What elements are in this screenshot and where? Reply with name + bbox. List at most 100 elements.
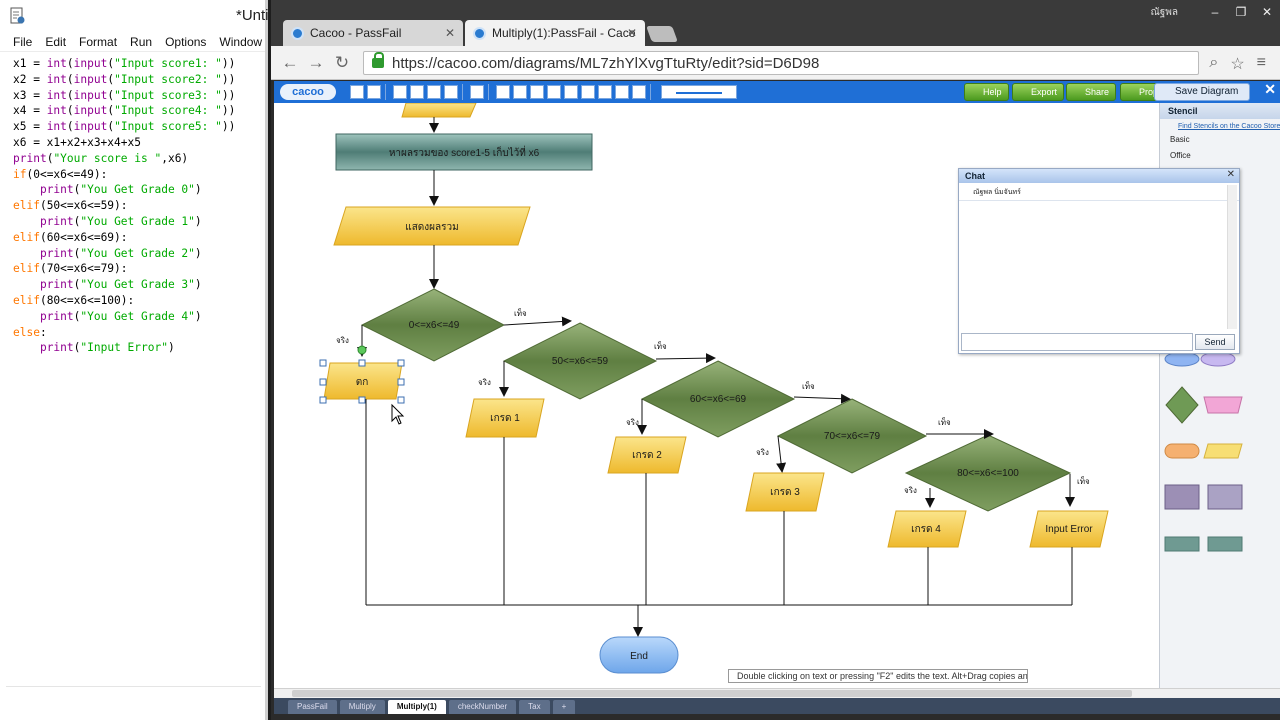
code-line[interactable]: print("Your score is ",x6) xyxy=(13,151,265,167)
decision-4[interactable]: 70<=x6<=79 xyxy=(776,398,928,474)
add-page-icon[interactable]: + xyxy=(552,700,576,714)
reload-icon[interactable]: ↻ xyxy=(329,53,355,73)
export-button[interactable]: Export xyxy=(1012,83,1065,101)
code-line[interactable]: print("You Get Grade 1") xyxy=(13,214,265,230)
pencil-icon[interactable] xyxy=(564,85,578,99)
end-terminator[interactable]: End xyxy=(599,636,679,674)
undo-icon[interactable] xyxy=(350,85,364,99)
grid-icon[interactable] xyxy=(598,85,612,99)
code-line[interactable]: x3 = int(input("Input score3: ")) xyxy=(13,88,265,104)
share-button[interactable]: Share xyxy=(1066,83,1117,101)
chat-message-input[interactable] xyxy=(961,333,1193,351)
bookmark-star-icon[interactable]: ☆ xyxy=(1230,54,1244,74)
close-editor-icon[interactable]: ✕ xyxy=(1264,81,1276,98)
show-total-io-shape[interactable]: แสดงผลรวม xyxy=(333,206,531,246)
menu-run[interactable]: Run xyxy=(130,35,152,49)
zoom-slider[interactable] xyxy=(661,85,737,99)
decision-2[interactable]: 50<=x6<=59 xyxy=(502,322,658,400)
text-icon[interactable] xyxy=(496,85,510,99)
stencil-shapes[interactable] xyxy=(1160,343,1280,563)
page-tab[interactable]: Multiply xyxy=(339,700,385,714)
copy-icon[interactable] xyxy=(393,85,407,99)
connector-icon[interactable] xyxy=(530,85,544,99)
true-label: จริง xyxy=(478,378,491,387)
code-line[interactable]: elif(80<=x6<=100): xyxy=(13,293,265,309)
tab-multiply[interactable]: Multiply(1):PassFail - Caco ✕ xyxy=(465,20,645,46)
canvas-horizontal-scrollbar[interactable] xyxy=(274,688,1280,698)
tab-passfail[interactable]: Cacoo - PassFail ✕ xyxy=(283,20,463,46)
line-icon[interactable] xyxy=(513,85,527,99)
output-grade-2[interactable]: เกรด 2 xyxy=(607,436,687,474)
code-line[interactable]: x1 = int(input("Input score1: ")) xyxy=(13,56,265,72)
tab-close-icon[interactable]: ✕ xyxy=(445,26,455,40)
chat-scrollbar[interactable] xyxy=(1227,185,1237,329)
close-window-icon[interactable]: ✕ xyxy=(1254,5,1280,19)
window-controls: ณัฐพล – ❐ ✕ xyxy=(1150,0,1280,24)
forward-arrow-icon[interactable]: → xyxy=(303,53,329,73)
input-scores-shape[interactable] xyxy=(401,103,477,118)
save-diagram-button[interactable]: Save Diagram xyxy=(1154,83,1250,101)
duplicate-icon[interactable] xyxy=(444,85,458,99)
code-line[interactable]: print("You Get Grade 0") xyxy=(13,182,265,198)
menu-file[interactable]: File xyxy=(13,35,32,49)
code-line[interactable]: else: xyxy=(13,325,265,341)
shape-icon[interactable] xyxy=(470,85,484,99)
menu-edit[interactable]: Edit xyxy=(45,35,66,49)
decision-5[interactable]: 80<=x6<=100 xyxy=(904,434,1072,512)
output-fail[interactable]: ตก xyxy=(323,362,403,400)
menu-icon[interactable]: ≡ xyxy=(1257,54,1266,74)
code-line[interactable]: x5 = int(input("Input score5: ")) xyxy=(13,119,265,135)
code-line[interactable]: elif(50<=x6<=59): xyxy=(13,198,265,214)
stencil-category-basic[interactable]: Basic xyxy=(1170,132,1280,148)
code-line[interactable]: elif(70<=x6<=79): xyxy=(13,261,265,277)
cacoo-logo[interactable]: cacoo xyxy=(280,84,336,100)
chat-send-button[interactable]: Send xyxy=(1195,334,1235,350)
code-line[interactable]: print("Input Error") xyxy=(13,340,265,356)
sum-process-label: หาผลรวมของ score1-5 เก็บไว้ที่ x6 xyxy=(389,145,540,159)
decision-3[interactable]: 60<=x6<=69 xyxy=(640,360,796,438)
code-line[interactable]: print("You Get Grade 4") xyxy=(13,309,265,325)
page-tab[interactable]: PassFail xyxy=(288,700,337,714)
chat-close-icon[interactable]: ✕ xyxy=(1227,169,1235,180)
menu-window[interactable]: Window xyxy=(219,35,262,49)
back-arrow-icon[interactable]: ← xyxy=(277,53,303,73)
paste-icon[interactable] xyxy=(427,85,441,99)
output-grade-2-label: เกรด 2 xyxy=(632,450,662,461)
code-line[interactable]: x6 = x1+x2+x3+x4+x5 xyxy=(13,135,265,151)
profile-name[interactable]: ณัฐพล xyxy=(1150,5,1178,20)
tab-close-icon[interactable]: ✕ xyxy=(627,26,637,40)
code-line[interactable]: x2 = int(input("Input score2: ")) xyxy=(13,72,265,88)
page-tab[interactable]: Multiply(1) xyxy=(387,700,446,714)
code-line[interactable]: if(0<=x6<=49): xyxy=(13,167,265,183)
globe-icon[interactable] xyxy=(632,85,646,99)
align-icon[interactable] xyxy=(615,85,629,99)
image-icon[interactable] xyxy=(581,85,595,99)
code-line[interactable]: x4 = int(input("Input score4: ")) xyxy=(13,103,265,119)
new-tab-button[interactable] xyxy=(646,26,678,42)
editor-horizontal-scrollbar[interactable] xyxy=(6,686,261,690)
table-icon[interactable] xyxy=(547,85,561,99)
output-grade-1[interactable]: เกรด 1 xyxy=(465,398,545,438)
page-tab[interactable]: Tax xyxy=(519,700,550,714)
help-button[interactable]: Help xyxy=(964,83,1009,101)
stencil-category-office[interactable]: Office xyxy=(1170,148,1280,164)
redo-icon[interactable] xyxy=(367,85,381,99)
code-line[interactable]: print("You Get Grade 3") xyxy=(13,277,265,293)
find-stencils-link[interactable]: Find Stencils on the Cacoo Store xyxy=(1160,119,1280,130)
code-line[interactable]: print("You Get Grade 2") xyxy=(13,246,265,262)
output-grade-4[interactable]: เกรด 4 xyxy=(887,510,967,548)
minimize-icon[interactable]: – xyxy=(1202,5,1228,19)
address-bar[interactable]: https://cacoo.com/diagrams/ML7zhYlXvgTtu… xyxy=(363,51,1199,75)
menu-format[interactable]: Format xyxy=(79,35,117,49)
output-input-error[interactable]: Input Error xyxy=(1029,510,1109,548)
code-line[interactable]: elif(60<=x6<=69): xyxy=(13,230,265,246)
cut-icon[interactable] xyxy=(410,85,424,99)
code-editor[interactable]: x1 = int(input("Input score1: ")) x2 = in… xyxy=(0,52,265,356)
decision-1[interactable]: 0<=x6<=49 xyxy=(360,288,506,362)
search-icon[interactable]: ⌕ xyxy=(1209,54,1218,74)
output-grade-3[interactable]: เกรด 3 xyxy=(745,472,825,512)
restore-icon[interactable]: ❐ xyxy=(1228,5,1254,19)
menu-options[interactable]: Options xyxy=(165,35,206,49)
page-tab[interactable]: checkNumber xyxy=(448,700,517,714)
sum-process-box[interactable]: หาผลรวมของ score1-5 เก็บไว้ที่ x6 xyxy=(335,133,593,171)
